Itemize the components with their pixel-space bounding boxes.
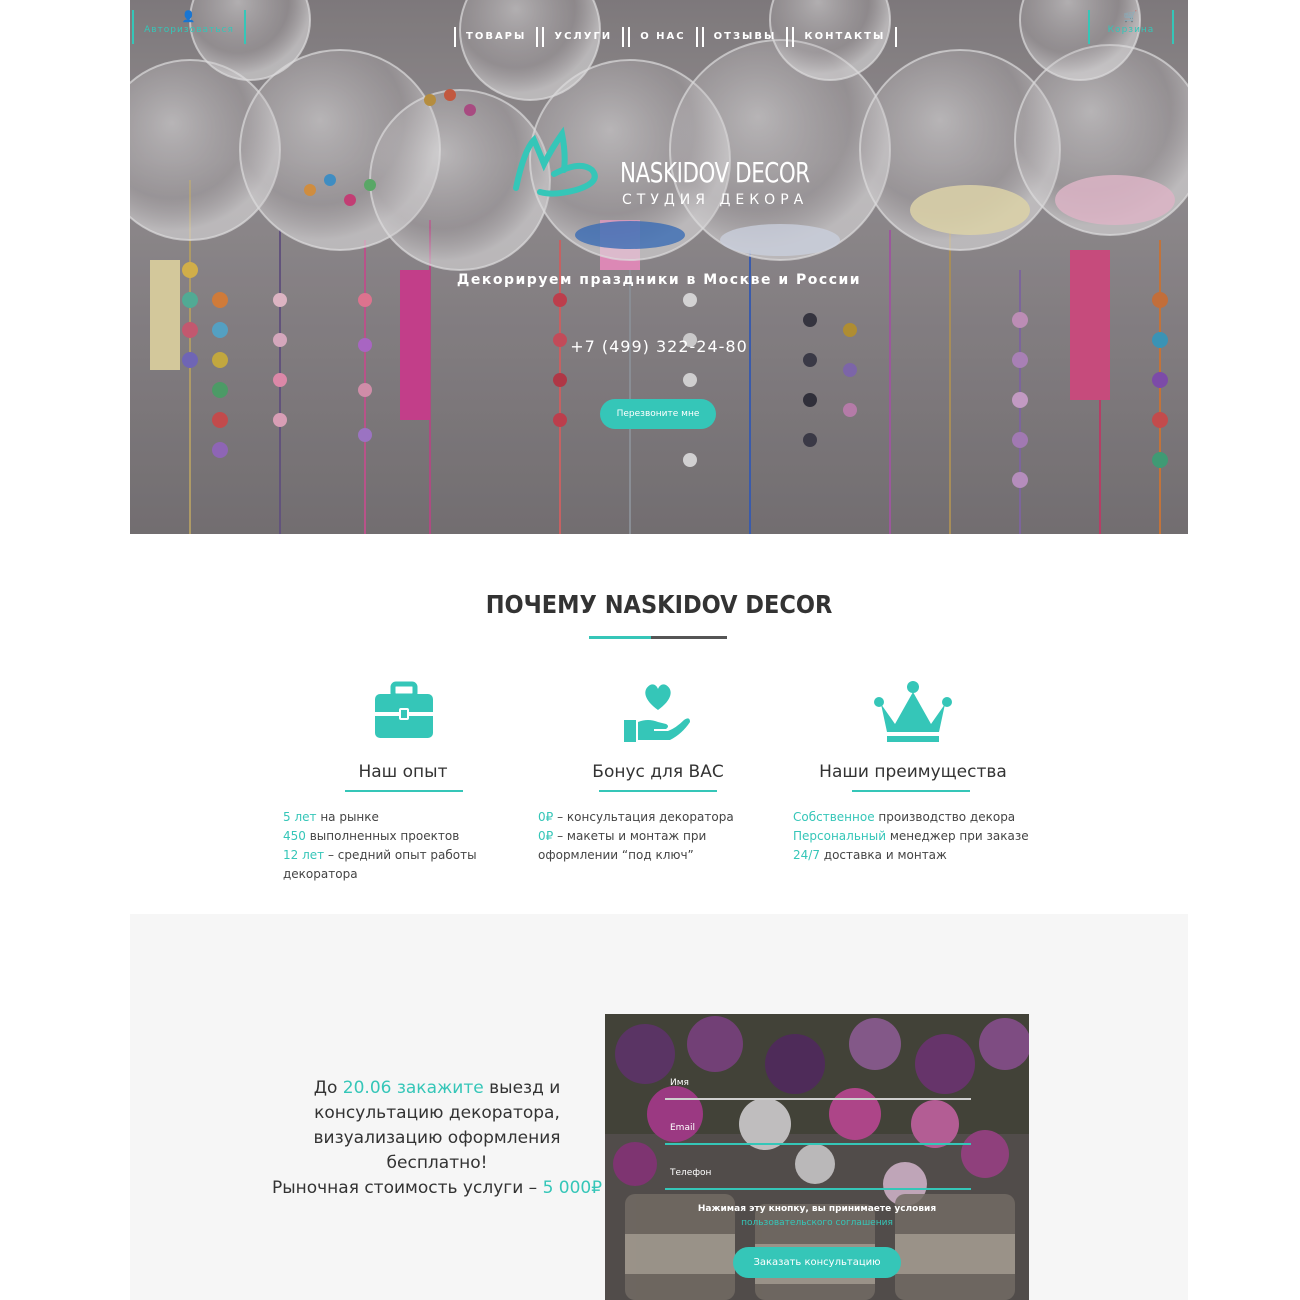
user-icon: 👤 <box>181 10 197 23</box>
feature-title: Бонус для ВАС <box>592 762 724 782</box>
heart-hand-icon <box>624 684 690 742</box>
promo-section: До 20.06 закажите выезд и консультацию д… <box>130 914 1188 1300</box>
promo-line: визуализацию оформления <box>313 1128 561 1148</box>
list-item: оформлении “под ключ” <box>538 848 694 862</box>
list-item: декоратора <box>283 867 358 881</box>
email-field[interactable] <box>665 1143 971 1145</box>
cart-button[interactable]: 🛒 Корзина <box>1088 10 1174 44</box>
feature-list: 0₽ – консультация декоратора 0₽ – макеты… <box>538 808 788 865</box>
email-field-label: Email <box>670 1123 695 1133</box>
terms-link[interactable]: пользовательского соглашения <box>605 1218 1029 1228</box>
list-item: 12 лет – средний опыт работы <box>283 848 477 862</box>
list-item: 24/7 доставка и монтаж <box>793 848 947 862</box>
page: 👤 Авторизоваться 🛒 Корзина ТОВАРЫ УСЛУГИ… <box>130 0 1188 1300</box>
list-item: 0₽ – макеты и монтаж при <box>538 829 707 843</box>
promo-line: консультацию декоратора, <box>314 1103 560 1123</box>
list-item: 5 лет на рынке <box>283 810 379 824</box>
nav-item-products[interactable]: ТОВАРЫ <box>454 27 539 47</box>
brand-subtitle: СТУДИЯ ДЕКОРА <box>622 192 809 208</box>
nav-item-contacts[interactable]: КОНТАКТЫ <box>792 27 898 47</box>
phone-field[interactable] <box>665 1188 971 1190</box>
feature-list: Собственное производство декора Персонал… <box>793 808 1043 865</box>
promo-line: До 20.06 закажите выезд и <box>313 1078 561 1098</box>
order-consultation-button[interactable]: Заказать консультацию <box>733 1247 901 1278</box>
list-item: Персональный менеджер при заказе <box>793 829 1029 843</box>
hero-section: 👤 Авторизоваться 🛒 Корзина ТОВАРЫ УСЛУГИ… <box>130 0 1188 534</box>
feature-underline <box>599 790 717 792</box>
login-label: Авторизоваться <box>144 25 234 35</box>
nav-item-reviews[interactable]: ОТЗЫВЫ <box>701 27 789 47</box>
feature-underline <box>852 790 970 792</box>
logo-mark-icon <box>513 126 598 197</box>
feature-title: Наш опыт <box>358 762 448 782</box>
promo-text: До 20.06 закажите выезд и консультацию д… <box>260 1076 614 1201</box>
name-field-label: Имя <box>670 1078 689 1088</box>
hero-tagline: Декорируем праздники в Москве и России <box>456 272 862 288</box>
callback-button[interactable]: Перезвоните мне <box>600 399 716 429</box>
promo-line: Рыночная стоимость услуги – 5 000₽ <box>271 1178 603 1198</box>
hero-overlay <box>130 0 1188 534</box>
crown-icon <box>874 681 952 742</box>
promo-line: бесплатно! <box>386 1153 488 1173</box>
main-nav: ТОВАРЫ УСЛУГИ О НАС ОТЗЫВЫ КОНТАКТЫ <box>454 27 901 47</box>
consultation-form: Имя Email Телефон Нажимая эту кнопку, вы… <box>605 1014 1029 1300</box>
list-item: Собственное производство декора <box>793 810 1016 824</box>
cart-icon: 🛒 <box>1123 10 1139 23</box>
briefcase-icon <box>375 681 433 738</box>
feature-underline <box>345 790 463 792</box>
nav-item-services[interactable]: УСЛУГИ <box>542 27 625 47</box>
phone-field-label: Телефон <box>670 1168 712 1178</box>
hero-phone[interactable]: +7 (499) 322-24-80 <box>130 337 1188 356</box>
feature-title: Наши преимущества <box>819 762 1007 782</box>
login-button[interactable]: 👤 Авторизоваться <box>132 10 246 44</box>
feature-list: 5 лет на рынке 450 выполненных проектов … <box>283 808 533 884</box>
terms-text: Нажимая эту кнопку, вы принимаете услови… <box>697 1204 937 1214</box>
brand-name: NASKIDOV DECOR <box>620 156 810 189</box>
title-underline <box>589 636 727 639</box>
name-field[interactable] <box>665 1098 971 1100</box>
list-item: 0₽ – консультация декоратора <box>538 810 734 824</box>
cart-label: Корзина <box>1107 25 1155 35</box>
logo[interactable]: NASKIDOV DECOR СТУДИЯ ДЕКОРА <box>510 124 810 224</box>
list-item: 450 выполненных проектов <box>283 829 460 843</box>
nav-item-about[interactable]: О НАС <box>628 27 698 47</box>
why-title: ПОЧЕМУ NASKIDOV DECOR <box>485 590 833 619</box>
